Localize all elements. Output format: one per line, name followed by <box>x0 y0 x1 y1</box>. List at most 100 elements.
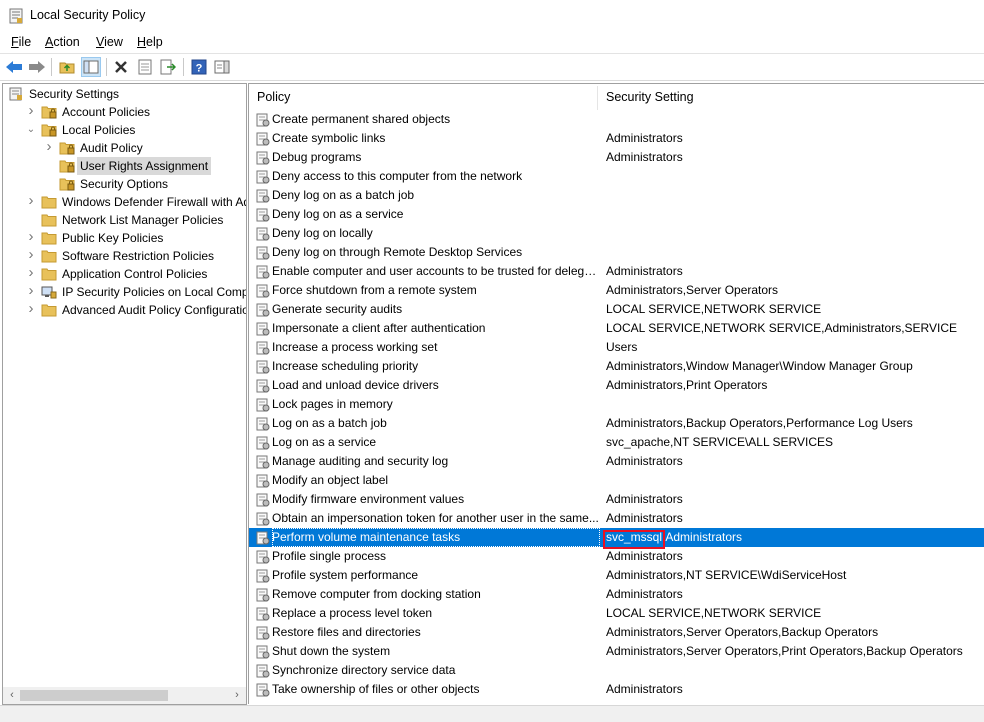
export-list-icon[interactable] <box>158 57 178 77</box>
security-setting-value: Administrators,Server Operators <box>606 283 779 297</box>
menu-help[interactable]: Help <box>137 35 163 49</box>
policy-row[interactable]: Take ownership of files or other objects… <box>249 680 984 699</box>
tree-item-label: Advanced Audit Policy Configuration <box>62 303 247 317</box>
policy-row[interactable]: Lock pages in memory <box>249 395 984 414</box>
policy-row[interactable]: Modify an object label <box>249 471 984 490</box>
chevron-right-icon[interactable]: › <box>26 264 36 282</box>
policy-icon <box>256 265 270 279</box>
security-setting-value: Administrators <box>606 131 683 145</box>
folder-icon <box>41 196 57 209</box>
security-settings-icon <box>9 87 22 101</box>
column-header-policy[interactable]: Policy <box>257 84 290 110</box>
policy-row[interactable]: Deny log on through Remote Desktop Servi… <box>249 243 984 262</box>
policy-row[interactable]: Perform volume maintenance tasks svc_mssq… <box>249 528 984 549</box>
show-hide-tree-icon[interactable] <box>81 57 101 77</box>
scrollbar-thumb[interactable] <box>20 690 168 701</box>
policy-row[interactable]: Create symbolic links Administrators <box>249 129 984 148</box>
policy-row[interactable]: Manage auditing and security log Administ… <box>249 452 984 471</box>
policy-icon <box>256 398 270 412</box>
policy-row[interactable]: Remove computer from docking station Admi… <box>249 585 984 604</box>
policy-row[interactable]: Deny access to this computer from the ne… <box>249 167 984 186</box>
policy-row[interactable]: Impersonate a client after authenticatio… <box>249 319 984 338</box>
policy-row[interactable]: Deny log on as a service <box>249 205 984 224</box>
chevron-right-icon[interactable]: › <box>26 228 36 246</box>
policy-icon <box>256 227 270 241</box>
policy-row[interactable]: Enable computer and user accounts to be … <box>249 262 984 281</box>
forward-icon[interactable] <box>27 57 47 77</box>
chevron-right-icon[interactable]: › <box>26 102 36 120</box>
security-setting-value: svc_mssql ,Administrators <box>603 528 742 549</box>
back-icon[interactable] <box>4 57 24 77</box>
policy-row[interactable]: Deny log on as a batch job <box>249 186 984 205</box>
folder-icon <box>41 214 57 227</box>
policy-row[interactable]: Increase a process working set Users <box>249 338 984 357</box>
policy-name: Deny log on locally <box>272 226 373 240</box>
policy-row[interactable]: Profile system performance Administrators… <box>249 566 984 585</box>
tree-item-label: Application Control Policies <box>62 267 208 281</box>
scroll-right-arrow-icon[interactable]: › <box>230 689 244 702</box>
menu-file[interactable]: File <box>11 35 31 49</box>
security-setting-value: LOCAL SERVICE,NETWORK SERVICE <box>606 302 822 316</box>
menu-view[interactable]: View <box>96 35 123 49</box>
security-setting-value: Administrators,Window Manager\Window Man… <box>606 359 913 373</box>
menu-action[interactable]: Action <box>45 35 80 49</box>
policy-row[interactable]: Force shutdown from a remote system Admin… <box>249 281 984 300</box>
security-setting-value: Administrators <box>606 682 683 696</box>
policy-icon <box>256 417 270 431</box>
policy-row[interactable]: Profile single process Administrators <box>249 547 984 566</box>
policy-icon <box>256 170 270 184</box>
tree-horizontal-scrollbar[interactable]: ‹ › <box>3 687 246 704</box>
sort-ascending-icon: ˆ <box>421 83 425 93</box>
tree-item-label: Security Settings <box>29 87 120 101</box>
delete-icon[interactable] <box>111 57 131 77</box>
policy-row[interactable]: Shut down the system Administrators,Serve… <box>249 642 984 661</box>
policy-name: Load and unload device drivers <box>272 378 439 392</box>
tree-item-label: Public Key Policies <box>62 231 164 245</box>
policy-list-view: ˆ Policy Security Setting Create permane… <box>248 83 984 704</box>
security-setting-value: Administrators <box>606 511 683 525</box>
policy-icon <box>256 436 270 450</box>
policy-icon <box>256 132 270 146</box>
policy-row[interactable]: Restore files and directories Administrat… <box>249 623 984 642</box>
tree-item-label: Audit Policy <box>80 141 143 155</box>
policy-name: Deny log on as a service <box>272 207 404 221</box>
chevron-down-icon[interactable]: ⌄ <box>26 121 36 139</box>
policy-row[interactable]: Replace a process level token LOCAL SERVI… <box>249 604 984 623</box>
policy-row[interactable]: Synchronize directory service data <box>249 661 984 680</box>
up-folder-icon[interactable] <box>57 57 77 77</box>
folder-lock-icon <box>41 106 57 119</box>
policy-name: Replace a process level token <box>272 606 433 620</box>
policy-name: Shut down the system <box>272 644 391 658</box>
policy-row[interactable]: Log on as a batch job Administrators,Back… <box>249 414 984 433</box>
policy-row[interactable]: Load and unload device drivers Administra… <box>249 376 984 395</box>
policy-name: Remove computer from docking station <box>272 587 481 601</box>
policy-icon <box>256 664 270 678</box>
policy-row[interactable]: Modify firmware environment values Admini… <box>249 490 984 509</box>
column-divider[interactable] <box>597 86 598 110</box>
policy-row[interactable]: Deny log on locally <box>249 224 984 243</box>
policy-icon <box>256 455 270 469</box>
policy-row[interactable]: Obtain an impersonation token for anothe… <box>249 509 984 528</box>
chevron-right-icon[interactable]: › <box>26 300 36 318</box>
security-setting-value: Administrators,Print Operators <box>606 378 768 392</box>
policy-name: Take ownership of files or other objects <box>272 682 480 696</box>
chevron-right-icon[interactable]: › <box>44 138 54 156</box>
folder-icon <box>41 304 57 317</box>
column-header-security-setting[interactable]: Security Setting <box>606 84 694 110</box>
scroll-left-arrow-icon[interactable]: ‹ <box>5 689 19 702</box>
policy-row[interactable]: Generate security audits LOCAL SERVICE,NE… <box>249 300 984 319</box>
help-icon[interactable]: ? <box>189 57 209 77</box>
folder-icon <box>41 268 57 281</box>
chevron-right-icon[interactable]: › <box>26 192 36 210</box>
policy-row[interactable]: Log on as a service svc_apache,NT SERVICE… <box>249 433 984 452</box>
tree-item-label: Network List Manager Policies <box>62 213 224 227</box>
policy-name: Log on as a batch job <box>272 416 387 430</box>
policy-row[interactable]: Increase scheduling priority Administrato… <box>249 357 984 376</box>
policy-row[interactable]: Debug programs Administrators <box>249 148 984 167</box>
show-action-pane-icon[interactable] <box>212 57 232 77</box>
policy-row[interactable]: Create permanent shared objects <box>249 110 984 129</box>
chevron-right-icon[interactable]: › <box>26 282 36 300</box>
policy-name: Deny access to this computer from the ne… <box>272 169 523 183</box>
properties-icon[interactable] <box>135 57 155 77</box>
chevron-right-icon[interactable]: › <box>26 246 36 264</box>
